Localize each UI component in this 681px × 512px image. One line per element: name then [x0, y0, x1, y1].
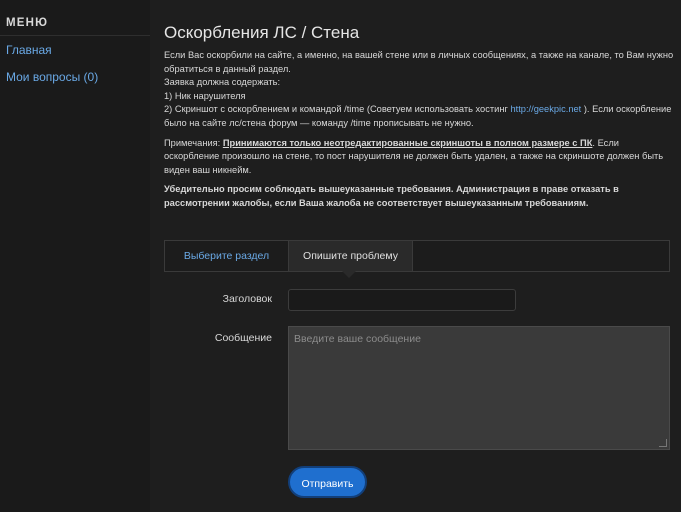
note: Примечания: Принимаются только неотредак… [164, 137, 674, 178]
page-title: Оскорбления ЛС / Стена [164, 23, 360, 42]
intro-text: Если Вас оскорбили на сайте, а именно, н… [164, 50, 674, 74]
message-textarea[interactable]: Введите ваше сообщение [288, 326, 670, 450]
message-label: Сообщение [214, 332, 272, 344]
main-content: Оскорбления ЛС / Стена Если Вас оскорбил… [164, 0, 674, 211]
title-label: Заголовок [222, 293, 272, 305]
tab-describe-problem[interactable]: Опишите проблему [289, 241, 413, 271]
message-placeholder: Введите ваше сообщение [294, 333, 421, 345]
request-item-2: 2) Скриншот с оскорблением и командой /t… [164, 103, 674, 130]
warning-text: Убедительно просим соблюдать вышеуказанн… [164, 184, 619, 208]
note-emphasis: Принимаются только неотредактированные с… [222, 137, 593, 148]
request-item-1: 1) Ник нарушителя [164, 90, 246, 101]
sidebar: МЕНЮ Главная Мои вопросы (0) [0, 0, 150, 512]
tab-select-section[interactable]: Выберите раздел [165, 241, 289, 271]
note-label: Примечания: [164, 137, 223, 148]
geekpic-link[interactable]: http://geekpic.net [510, 104, 581, 114]
title-input[interactable] [288, 289, 516, 311]
menu-title: МЕНЮ [0, 0, 150, 36]
resize-grip-icon[interactable] [659, 439, 667, 447]
description: Если Вас оскорбили на сайте, а именно, н… [164, 49, 674, 211]
sidebar-item-home[interactable]: Главная [0, 36, 150, 63]
active-tab-caret [342, 271, 356, 278]
sidebar-item-my-questions[interactable]: Мои вопросы (0) [0, 63, 150, 90]
submit-button[interactable]: Отправить [288, 466, 367, 498]
form-tabs: Выберите раздел Опишите проблему [164, 240, 670, 272]
request-heading: Заявка должна содержать: [164, 77, 281, 88]
request-item-2-text: 2) Скриншот с оскорблением и командой /t… [164, 104, 511, 115]
